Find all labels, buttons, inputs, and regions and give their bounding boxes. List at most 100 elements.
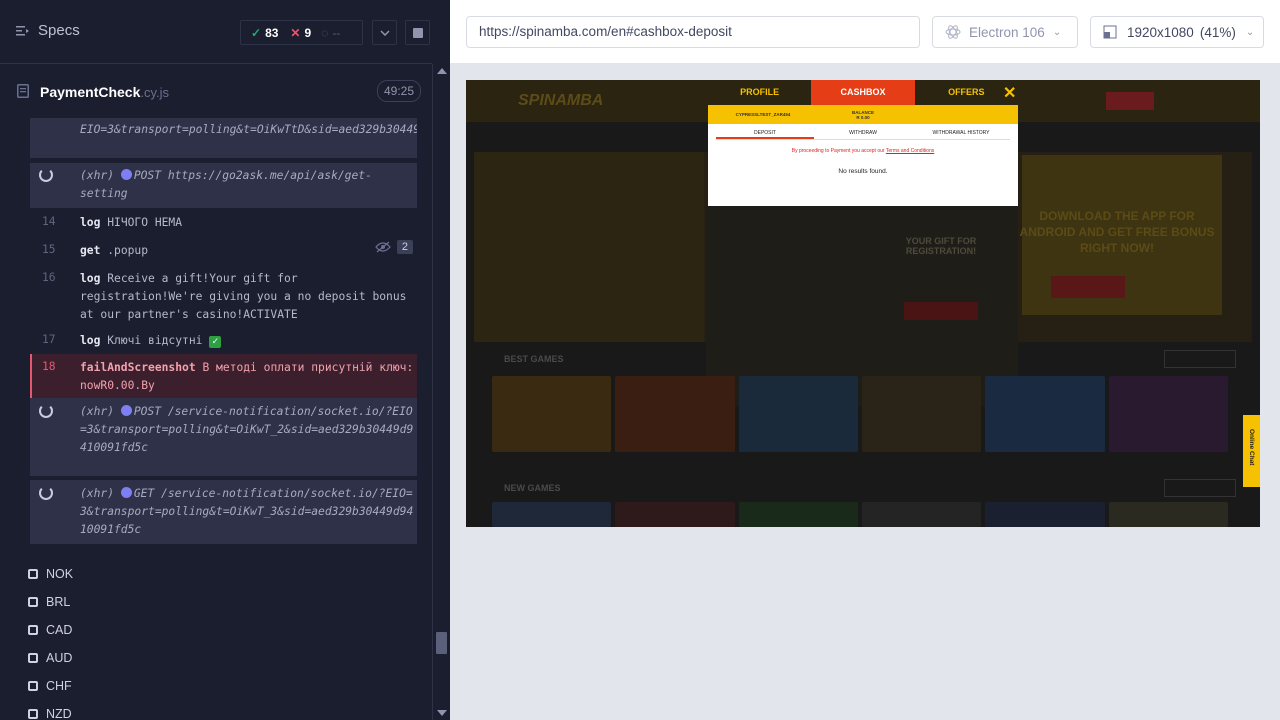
- site-hero: [474, 152, 704, 342]
- gift-title: YOUR GIFT FOR REGISTRATION!: [905, 236, 977, 256]
- spinner-icon: [39, 168, 53, 182]
- scroll-up-icon[interactable]: [437, 68, 447, 74]
- subtab-withdrawal-history[interactable]: WITHDRAWAL HISTORY: [912, 128, 1010, 139]
- checkbox-icon: [28, 681, 38, 691]
- reporter-header: Specs ✓ 83 ✕ 9 ◌ --: [0, 0, 432, 64]
- game-tile[interactable]: [738, 376, 858, 452]
- site-login-button[interactable]: [1106, 92, 1154, 110]
- checkbox-icon: [28, 597, 38, 607]
- command-message: Ключі відсутні: [107, 334, 203, 347]
- command-message: .popup: [107, 244, 149, 257]
- chevron-down-icon: [379, 29, 390, 36]
- game-tile[interactable]: [1108, 376, 1228, 452]
- currency-item[interactable]: CHF: [28, 672, 418, 700]
- document-icon: [17, 84, 29, 98]
- command-name: log: [80, 272, 101, 285]
- new-games-title: NEW GAMES: [504, 483, 561, 493]
- subtab-deposit[interactable]: DEPOSIT: [716, 128, 814, 139]
- currency-item[interactable]: BRL: [28, 588, 418, 616]
- element-count-badge: 2: [375, 240, 413, 254]
- app-promo-text: DOWNLOAD THE APP FOR ANDROID AND GET FRE…: [1019, 209, 1215, 255]
- currency-item[interactable]: AUD: [28, 644, 418, 672]
- xhr-text: (xhr) POST /service-notification/socket.…: [80, 405, 414, 454]
- specs-label: Specs: [38, 22, 80, 39]
- game-tile[interactable]: [738, 502, 858, 527]
- eye-slash-icon: [375, 241, 391, 253]
- cashbox-subtabs: DEPOSIT WITHDRAW WITHDRAWAL HISTORY: [716, 128, 1010, 140]
- best-games-more-button[interactable]: [1164, 350, 1236, 368]
- install-button[interactable]: [1051, 276, 1125, 298]
- site-logo: SPINAMBA: [518, 92, 604, 109]
- failed-count: ✕ 9: [290, 25, 312, 40]
- game-tile[interactable]: [1108, 502, 1228, 527]
- xhr-dot-icon: [120, 405, 132, 416]
- currency-list: NOK BRL CAD AUD CHF NZD: [28, 560, 418, 720]
- terms-link[interactable]: Terms and Conditions: [886, 148, 934, 154]
- xhr-dot-icon: [120, 487, 132, 498]
- scrollbar-thumb[interactable]: [436, 632, 447, 654]
- tab-cashbox[interactable]: CASHBOX: [811, 80, 915, 105]
- online-chat-button[interactable]: Online Chat: [1243, 415, 1260, 487]
- command-name: log: [80, 216, 101, 229]
- game-tile[interactable]: [492, 376, 612, 452]
- game-tile[interactable]: [615, 502, 735, 527]
- x-icon: ✕: [290, 25, 301, 40]
- game-tile[interactable]: [985, 502, 1105, 527]
- electron-icon: [945, 25, 961, 39]
- close-icon[interactable]: ✕: [1003, 83, 1016, 103]
- aut-viewport: SPINAMBA DOWNLOAD THE APP FOR ANDROID AN…: [466, 80, 1260, 527]
- game-tile[interactable]: [985, 376, 1105, 452]
- xhr-text: EIO=3&transport=polling&t=OiKwTtD&sid=ae…: [80, 123, 417, 136]
- scroll-down-icon[interactable]: [437, 710, 447, 716]
- command-row[interactable]: 14 log НІЧОГО НЕМА: [30, 210, 417, 236]
- command-xhr-row[interactable]: (xhr) GET /service-notification/socket.i…: [30, 480, 417, 544]
- viewport-selector[interactable]: 1920x1080 (41%) ⌄: [1090, 16, 1264, 48]
- spec-file-row[interactable]: PaymentCheck.cy.js 49:25: [0, 65, 432, 118]
- game-tile[interactable]: [615, 376, 735, 452]
- game-tile[interactable]: [861, 502, 982, 527]
- command-xhr-row[interactable]: (xhr) POST https://go2ask.me/api/ask/get…: [30, 163, 417, 208]
- game-tile[interactable]: [861, 376, 982, 452]
- command-xhr-row[interactable]: EIO=3&transport=polling&t=OiKwTtD&sid=ae…: [30, 118, 417, 158]
- checkbox-icon: [28, 625, 38, 635]
- new-games-tiles: [492, 502, 1228, 527]
- subtab-withdraw[interactable]: WITHDRAW: [814, 128, 912, 139]
- xhr-text: (xhr) GET /service-notification/socket.i…: [80, 487, 414, 536]
- command-name: get: [80, 244, 101, 257]
- balance: BALANCE R 0.00: [852, 109, 874, 120]
- cashbox-modal: CYPRESSLTEST_ZAR454 BALANCE R 0.00 DEPOS…: [708, 105, 1018, 206]
- gift-activate-button[interactable]: [904, 302, 978, 320]
- command-row[interactable]: 17 log Ключі відсутні ✓: [30, 328, 417, 354]
- command-message: Receive a gift!Your gift for registratio…: [80, 272, 407, 321]
- no-results-text: No results found.: [838, 168, 888, 175]
- tab-profile[interactable]: PROFILE: [708, 80, 811, 105]
- account-bar: CYPRESSLTEST_ZAR454 BALANCE R 0.00: [708, 105, 1018, 124]
- reporter-scrollbar[interactable]: [432, 64, 450, 720]
- expand-button[interactable]: [372, 20, 397, 45]
- best-games-tiles: [492, 376, 1228, 452]
- currency-item[interactable]: CAD: [28, 616, 418, 644]
- pending-icon: ◌: [321, 25, 329, 40]
- xhr-dot-icon: [120, 169, 132, 180]
- test-stats: ✓ 83 ✕ 9 ◌ --: [240, 20, 363, 45]
- command-row[interactable]: 16 log Receive a gift!Your gift for regi…: [30, 266, 417, 324]
- command-row[interactable]: 15 get .popup 2: [30, 238, 417, 264]
- currency-item[interactable]: NZD: [28, 700, 418, 720]
- account-id: CYPRESSLTEST_ZAR454: [735, 112, 791, 117]
- command-message: НІЧОГО НЕМА: [107, 216, 183, 229]
- browser-selector[interactable]: Electron 106 ⌄: [932, 16, 1078, 48]
- chevron-down-icon: ⌄: [1245, 26, 1255, 38]
- currency-item[interactable]: NOK: [28, 560, 418, 588]
- url-bar[interactable]: https://spinamba.com/en#cashbox-deposit: [466, 16, 920, 48]
- command-xhr-row[interactable]: (xhr) POST /service-notification/socket.…: [30, 398, 417, 476]
- stop-button[interactable]: [405, 20, 430, 45]
- specs-toggle[interactable]: Specs: [16, 22, 80, 39]
- spinner-icon: [39, 486, 53, 500]
- new-games-more-button[interactable]: [1164, 479, 1236, 497]
- command-row-failed[interactable]: 18 failAndScreenshot В методі оплати при…: [30, 354, 417, 398]
- aut-header: https://spinamba.com/en#cashbox-deposit …: [450, 0, 1280, 64]
- command-name: log: [80, 334, 101, 347]
- checkbox-icon: [28, 569, 38, 579]
- game-tile[interactable]: [492, 502, 612, 527]
- modal-tabs: PROFILE CASHBOX OFFERS: [708, 80, 1018, 105]
